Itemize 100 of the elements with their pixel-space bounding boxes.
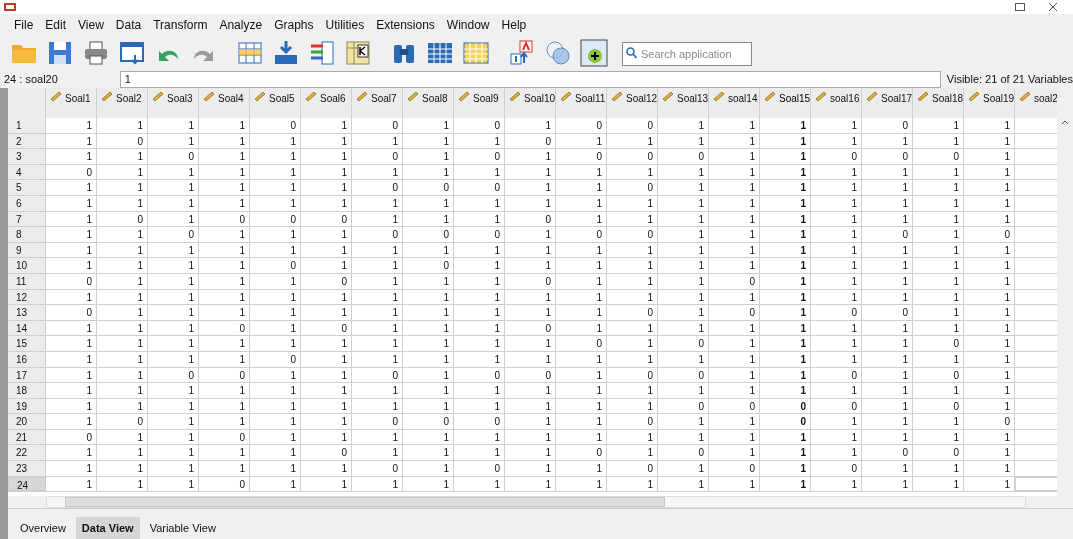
table-cell: 1 (811, 258, 862, 273)
table-icon[interactable] (462, 39, 490, 67)
table-cell: 1 (454, 383, 505, 398)
table-cell: 0 (760, 398, 811, 414)
table-cell: 0 (556, 445, 607, 461)
table-cell: 1 (760, 133, 811, 149)
dialog-recall-icon[interactable] (118, 39, 146, 67)
table-cell: 1 (250, 398, 301, 414)
table-cell: 1 (607, 445, 658, 461)
table-cell: 0 (556, 149, 607, 164)
menu-item[interactable]: Analyze (213, 16, 269, 34)
table-cell: 0 (811, 367, 862, 383)
table-cell: 0 (454, 180, 505, 195)
menu-item[interactable]: Extensions (370, 16, 441, 34)
table-cell: 0 (199, 211, 250, 227)
menu-item[interactable]: Help (495, 16, 533, 34)
go-to-case-icon[interactable] (236, 39, 264, 67)
table-cell: 1 (658, 164, 709, 180)
table-cell: 0 (454, 461, 505, 476)
row-number[interactable]: 20 (8, 414, 46, 429)
menu-item[interactable]: Data (109, 16, 148, 34)
menu-item[interactable]: Utilities (319, 16, 371, 34)
table-cell: 1 (403, 336, 454, 351)
row-number[interactable]: 13 (8, 305, 46, 320)
table-cell: 1 (964, 476, 1015, 492)
table-cell: 1 (760, 180, 811, 195)
search-field[interactable]: Search application (622, 41, 752, 66)
table-cell: 0 (556, 227, 607, 242)
table-cell: 1 (709, 289, 760, 305)
view-tab[interactable]: Data View (75, 517, 140, 539)
horizontal-scrollbar[interactable] (46, 496, 1026, 509)
table-cell: 1 (658, 258, 709, 273)
labels-icon[interactable] (508, 39, 536, 67)
table-cell: 1 (505, 149, 556, 164)
table-cell: 1 (199, 461, 250, 476)
table-cell: 1 (352, 133, 403, 149)
ruler-icon (611, 91, 623, 101)
variables-icon[interactable] (308, 39, 336, 67)
menu-item[interactable]: Window (440, 16, 496, 34)
table-cell: 1 (964, 383, 1015, 398)
table-cell: 1 (199, 242, 250, 258)
table-cell: 1 (250, 242, 301, 258)
add-icon[interactable] (580, 39, 608, 67)
table-cell: 1 (148, 133, 199, 149)
ruler-icon (407, 91, 419, 101)
print-icon[interactable] (82, 39, 110, 67)
row-number[interactable]: 22 (8, 445, 46, 461)
table-cell: 1 (505, 398, 556, 414)
table-cell: 1 (862, 133, 913, 149)
table-cell: 1 (97, 398, 148, 414)
menu-item[interactable]: Graphs (268, 16, 320, 34)
close-icon[interactable] (1049, 3, 1057, 11)
table-cell: 0 (862, 118, 913, 133)
overlapping-circles-icon[interactable] (544, 39, 572, 67)
table-cell: 1 (148, 211, 199, 227)
table-cell: 1 (403, 273, 454, 289)
table-cell: 1 (301, 476, 352, 492)
table-cell: 1 (964, 445, 1015, 461)
row-number[interactable]: 10 (8, 258, 46, 273)
ruler-icon (917, 91, 929, 101)
table-cell: 1 (454, 258, 505, 273)
row-number[interactable]: 15 (8, 336, 46, 351)
table-cell: 1 (250, 414, 301, 429)
value-labels-icon[interactable] (344, 39, 372, 67)
table-cell: 0 (250, 118, 301, 133)
table-cell: 1 (658, 133, 709, 149)
row-number[interactable]: 1 (8, 118, 46, 133)
table-cell: 1 (913, 414, 964, 429)
table-cell: 1 (556, 164, 607, 180)
table-cell: 0 (862, 305, 913, 320)
table-cell: 1 (913, 164, 964, 180)
cell-value-field[interactable]: 1 (119, 70, 941, 88)
table-cell: 1 (352, 195, 403, 211)
table-cell: 1 (862, 258, 913, 273)
row-number[interactable]: 5 (8, 180, 46, 195)
table-cell: 1 (199, 258, 250, 273)
maximize-icon[interactable] (1015, 3, 1025, 11)
table-cell: 1 (403, 320, 454, 336)
table-cell: 1 (811, 211, 862, 227)
table-cell: 1 (811, 242, 862, 258)
scroll-up-icon[interactable] (1061, 120, 1069, 125)
row-number[interactable]: 18 (8, 383, 46, 398)
menu-item[interactable]: Transform (147, 16, 214, 34)
table-cell: 1 (964, 429, 1015, 445)
table-cell: 0 (862, 227, 913, 242)
row-number[interactable]: 3 (8, 149, 46, 164)
menu-item[interactable]: Edit (39, 16, 73, 34)
menu-item[interactable]: File (8, 16, 40, 34)
table-cell: 1 (964, 164, 1015, 180)
table-cell: 1 (97, 149, 148, 164)
table-cell: 1 (556, 429, 607, 445)
insert-cases-icon[interactable] (272, 39, 300, 67)
table-cell: 1 (913, 273, 964, 289)
row-number[interactable]: 8 (8, 227, 46, 242)
save-icon[interactable] (46, 39, 74, 67)
table-cell: 1 (964, 336, 1015, 351)
table-cell: 1 (811, 118, 862, 133)
menu-item[interactable]: View (72, 16, 110, 34)
row-number[interactable]: 23 (8, 461, 46, 476)
ruler-icon (968, 91, 980, 101)
